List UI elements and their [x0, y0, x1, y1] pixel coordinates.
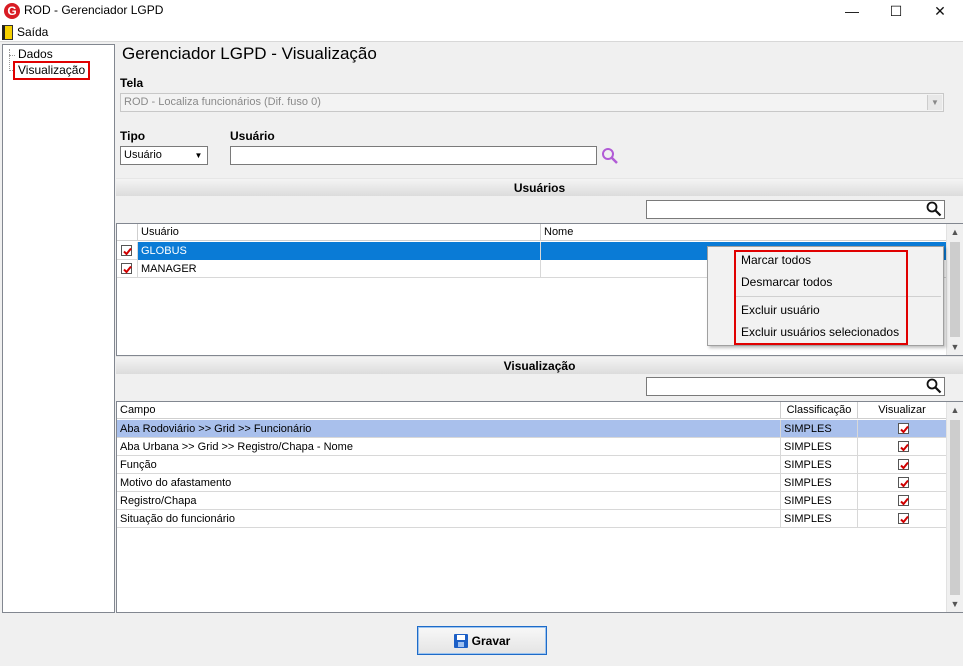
chevron-down-icon: ▼ — [191, 148, 206, 163]
column-header-classificacao[interactable]: Classificação — [781, 402, 858, 419]
classificacao-cell: SIMPLES — [781, 456, 858, 474]
search-icon[interactable] — [926, 201, 942, 217]
table-row[interactable]: Função SIMPLES — [117, 456, 946, 474]
column-header-usuario[interactable]: Usuário — [138, 224, 541, 241]
usuario-label: Usuário — [230, 129, 275, 143]
visualizacao-section-header: Visualização — [116, 356, 963, 374]
visualizacao-filter-input[interactable] — [646, 377, 945, 396]
scroll-thumb[interactable] — [950, 242, 960, 337]
visualizar-cell[interactable] — [858, 420, 946, 438]
close-button[interactable]: ✕ — [918, 0, 962, 22]
tipo-select[interactable]: Usuário ▼ — [120, 146, 208, 165]
tree-connector — [9, 49, 10, 71]
visualizar-cell[interactable] — [858, 456, 946, 474]
window-title: ROD - Gerenciador LGPD — [24, 3, 164, 17]
campo-cell: Situação do funcionário — [117, 510, 781, 528]
usuarios-filter-input[interactable] — [646, 200, 945, 219]
usuario-cell: MANAGER — [138, 260, 541, 278]
minimize-button[interactable]: — — [830, 0, 874, 22]
classificacao-cell: SIMPLES — [781, 420, 858, 438]
campo-cell: Motivo do afastamento — [117, 474, 781, 492]
row-check-cell[interactable] — [117, 242, 138, 260]
tela-label: Tela — [120, 76, 144, 90]
scroll-thumb[interactable] — [950, 420, 960, 595]
exit-door-icon — [2, 24, 13, 40]
checkbox-checked[interactable] — [898, 459, 909, 470]
visualizar-cell[interactable] — [858, 510, 946, 528]
search-icon[interactable] — [926, 378, 942, 394]
visualizar-cell[interactable] — [858, 492, 946, 510]
table-row[interactable]: Aba Urbana >> Grid >> Registro/Chapa - N… — [117, 438, 946, 456]
usuario-cell: GLOBUS — [138, 242, 541, 260]
checkbox-checked[interactable] — [121, 263, 132, 274]
campo-cell: Registro/Chapa — [117, 492, 781, 510]
table-row[interactable]: Situação do funcionário SIMPLES — [117, 510, 946, 528]
tree-item-dados[interactable]: Dados — [15, 47, 56, 62]
column-header-check — [117, 224, 138, 241]
classificacao-cell: SIMPLES — [781, 438, 858, 456]
chevron-down-icon: ▼ — [927, 95, 942, 110]
campo-cell: Aba Urbana >> Grid >> Registro/Chapa - N… — [117, 438, 781, 456]
visualizar-cell[interactable] — [858, 474, 946, 492]
campo-cell: Aba Rodoviário >> Grid >> Funcionário — [117, 420, 781, 438]
checkbox-checked[interactable] — [898, 495, 909, 506]
checkbox-checked[interactable] — [898, 441, 909, 452]
exit-label: Saída — [17, 25, 49, 39]
tela-select: ROD - Localiza funcionários (Dif. fuso 0… — [120, 93, 944, 112]
tipo-select-value: Usuário — [124, 149, 162, 161]
app-logo-icon: G — [4, 3, 20, 19]
visualizar-cell[interactable] — [858, 438, 946, 456]
title-bar: G ROD - Gerenciador LGPD — ☐ ✕ — [0, 0, 963, 22]
maximize-button[interactable]: ☐ — [874, 0, 918, 22]
navigation-tree: Dados Visualização — [2, 44, 115, 613]
column-header-nome[interactable]: Nome — [541, 224, 946, 241]
usuarios-grid-header: Usuário Nome — [117, 224, 946, 241]
visualizacao-scrollbar[interactable]: ▲ ▼ — [946, 402, 963, 612]
floppy-disk-icon — [453, 633, 468, 648]
campo-cell: Função — [117, 456, 781, 474]
scroll-up-icon[interactable]: ▲ — [947, 402, 963, 418]
save-button-label: Gravar — [471, 633, 511, 648]
exit-menu-item[interactable]: Saída — [2, 24, 48, 40]
highlight-box — [734, 250, 908, 345]
visualizacao-grid: Campo Classificação Visualizar Aba Rodov… — [116, 401, 963, 613]
classificacao-cell: SIMPLES — [781, 492, 858, 510]
table-row[interactable]: Registro/Chapa SIMPLES — [117, 492, 946, 510]
menu-bar: Saída — [0, 22, 963, 42]
search-icon[interactable] — [601, 147, 619, 165]
usuarios-section-header: Usuários — [116, 178, 963, 196]
table-row[interactable]: Motivo do afastamento SIMPLES — [117, 474, 946, 492]
checkbox-checked[interactable] — [898, 513, 909, 524]
classificacao-cell: SIMPLES — [781, 474, 858, 492]
usuarios-scrollbar[interactable]: ▲ ▼ — [946, 224, 963, 355]
scroll-up-icon[interactable]: ▲ — [947, 224, 963, 240]
tipo-label: Tipo — [120, 129, 146, 143]
checkbox-checked[interactable] — [898, 423, 909, 434]
classificacao-cell: SIMPLES — [781, 510, 858, 528]
usuario-input[interactable] — [230, 146, 597, 165]
column-header-visualizar[interactable]: Visualizar — [858, 402, 946, 419]
scroll-down-icon[interactable]: ▼ — [947, 339, 963, 355]
visualizacao-grid-header: Campo Classificação Visualizar — [117, 402, 946, 419]
column-header-campo[interactable]: Campo — [117, 402, 781, 419]
scroll-down-icon[interactable]: ▼ — [947, 596, 963, 612]
checkbox-checked[interactable] — [898, 477, 909, 488]
context-menu: Marcar todos Desmarcar todos Excluir usu… — [707, 246, 944, 346]
row-check-cell[interactable] — [117, 260, 138, 278]
save-button[interactable]: Gravar — [417, 626, 547, 655]
checkbox-checked[interactable] — [121, 245, 132, 256]
page-title: Gerenciador LGPD - Visualização — [122, 44, 377, 63]
tree-item-visualizacao[interactable]: Visualização — [12, 61, 91, 80]
tela-select-value: ROD - Localiza funcionários (Dif. fuso 0… — [124, 96, 321, 108]
table-row[interactable]: Aba Rodoviário >> Grid >> Funcionário SI… — [117, 420, 946, 438]
